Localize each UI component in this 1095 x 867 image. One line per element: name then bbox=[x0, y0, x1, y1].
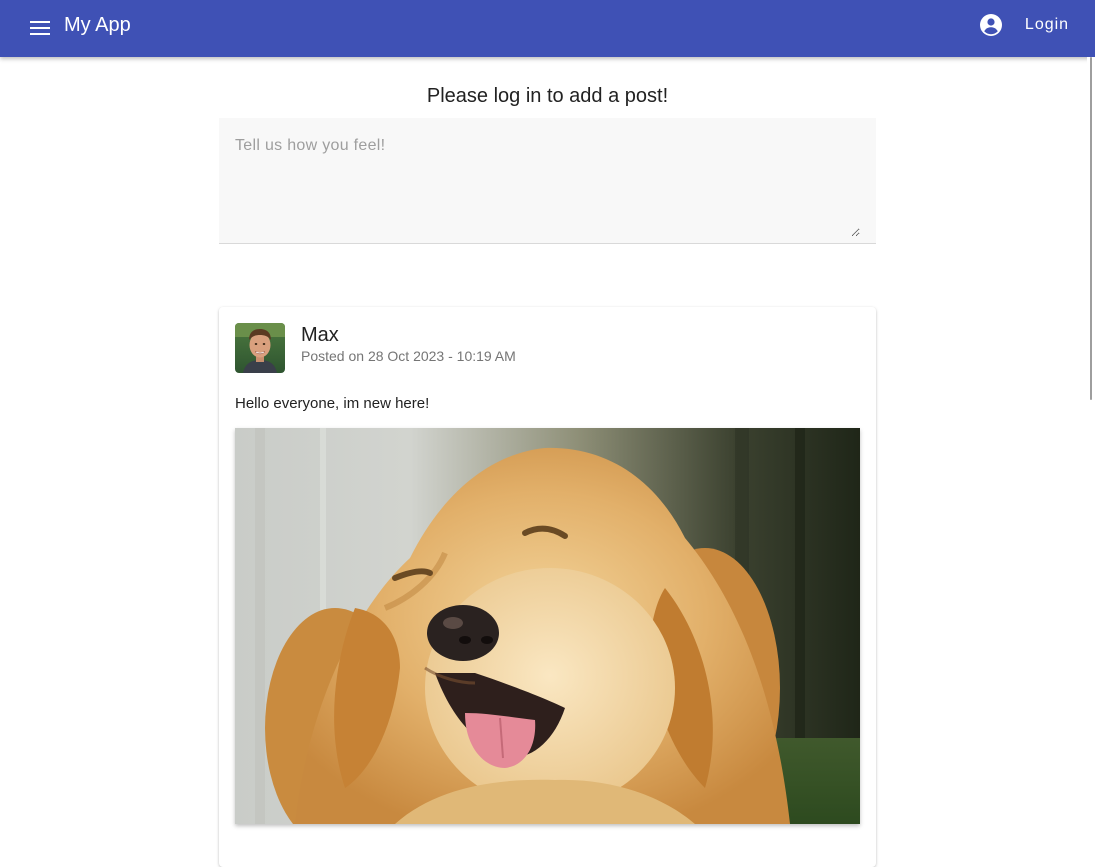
post-text: Hello everyone, im new here! bbox=[235, 395, 430, 412]
post-input-field[interactable] bbox=[219, 118, 876, 244]
app-title[interactable]: My App bbox=[64, 11, 131, 39]
menu-icon bbox=[30, 21, 50, 35]
login-button[interactable]: Login bbox=[1014, 10, 1080, 40]
account-circle-icon[interactable] bbox=[979, 13, 1003, 37]
post-timestamp: Posted on 28 Oct 2023 - 10:19 AM bbox=[301, 348, 516, 364]
avatar bbox=[235, 323, 285, 373]
post-image bbox=[235, 428, 860, 824]
post-author: Max bbox=[301, 324, 339, 346]
menu-button[interactable] bbox=[24, 12, 56, 44]
page-scrollbar[interactable] bbox=[1087, 57, 1095, 845]
scrollbar-thumb[interactable] bbox=[1090, 57, 1092, 400]
login-prompt: Please log in to add a post! bbox=[426, 85, 669, 107]
post-card: Max Posted on 28 Oct 2023 - 10:19 AM Hel… bbox=[219, 307, 876, 867]
post-input[interactable] bbox=[235, 136, 860, 237]
app-toolbar: My App Login bbox=[0, 0, 1095, 57]
